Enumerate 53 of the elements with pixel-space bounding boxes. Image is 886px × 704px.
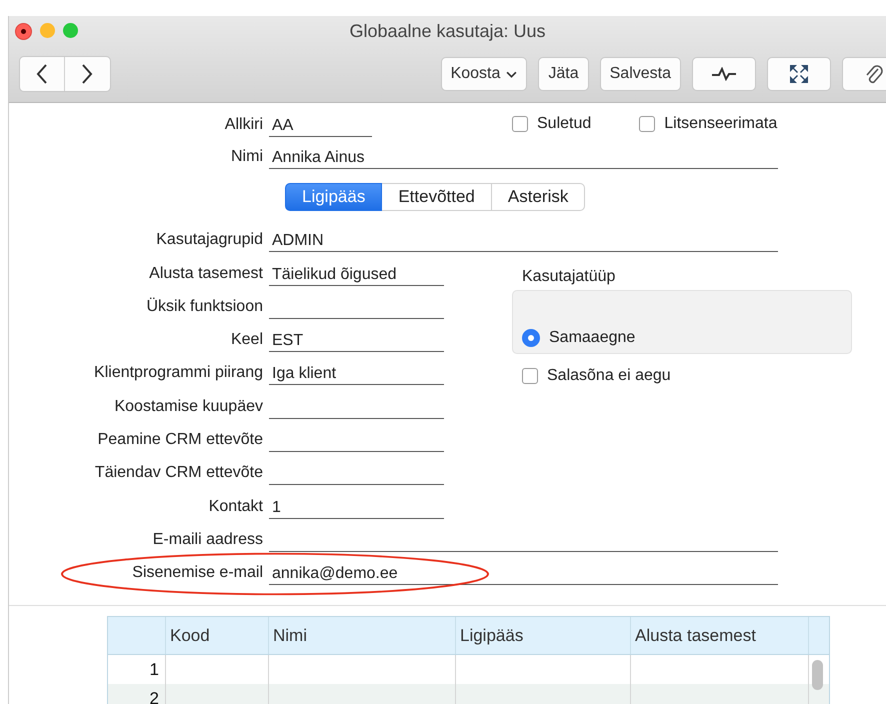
checkbox[interactable]	[522, 368, 538, 384]
input-field[interactable]: ADMIN	[269, 230, 778, 252]
input-field[interactable]: Iga klient	[269, 363, 444, 386]
field-label: Üksik funktsioon	[146, 298, 263, 317]
field-label: Allkiri	[224, 116, 263, 135]
field-label: Nimi	[230, 148, 263, 167]
field-label: Klientprogrammi piirang	[93, 364, 263, 384]
radio-label: Samaaegne	[549, 329, 636, 348]
toolbar-button[interactable]	[767, 57, 831, 91]
input-field[interactable]: EST	[269, 330, 444, 352]
tab[interactable]: Ettevõtted	[382, 183, 492, 211]
menu-button[interactable]: Koosta	[440, 57, 528, 91]
input-field[interactable]: annika@demo.ee	[269, 563, 778, 586]
pulse-icon	[711, 67, 737, 81]
field-label: Alusta tasemest	[148, 264, 263, 284]
forward-icon[interactable]	[80, 63, 94, 85]
checkbox-label: Salasõna ei aegu	[547, 367, 671, 386]
column-header[interactable]: Kood	[166, 617, 269, 654]
field-label: Koostamise kuupäev	[113, 398, 263, 417]
navigation-control[interactable]	[19, 56, 111, 92]
input-field[interactable]: AA	[269, 115, 372, 137]
row-number: 2	[108, 684, 166, 704]
field-label: Kasutajagrupid	[155, 231, 263, 250]
field-label: Täiendav CRM ettevõte	[94, 464, 263, 484]
field-label: E-maili aadress	[152, 530, 263, 550]
field-label: Sisenemise e-mail	[131, 564, 263, 584]
tab[interactable]: Ligipääs	[285, 183, 382, 211]
radio-button[interactable]	[522, 329, 540, 348]
expand-icon	[789, 64, 809, 84]
column-header[interactable]: Nimi	[269, 617, 456, 654]
paperclip-icon	[864, 62, 884, 86]
back-icon[interactable]	[35, 63, 49, 85]
column-header[interactable]: Alusta tasemest	[631, 617, 809, 654]
column-header[interactable]: Ligipääs	[456, 617, 631, 654]
checkbox[interactable]	[639, 116, 656, 132]
toolbar-button[interactable]	[692, 57, 756, 91]
group-title: Kasutajatüüp	[522, 268, 616, 286]
caret-icon	[506, 70, 518, 78]
close-icon[interactable]	[15, 23, 32, 40]
toolbar-button[interactable]: Salvesta	[600, 57, 681, 91]
tab[interactable]: Asterisk	[492, 183, 586, 211]
checkbox-label: Suletud	[537, 115, 592, 133]
input-field[interactable]: Täielikud õigused	[269, 264, 444, 286]
field-label: Peamine CRM ettevõte	[96, 431, 263, 450]
field-label: Keel	[230, 331, 263, 350]
checkbox[interactable]	[512, 116, 528, 132]
input-field[interactable]: 1	[269, 496, 444, 519]
checkbox-label: Litsenseerimata	[664, 115, 778, 133]
field-label: Kontakt	[208, 498, 263, 517]
window-title: Globaalne kasutaja: Uus	[349, 20, 546, 42]
input-field[interactable]: Annika Ainus	[269, 147, 778, 169]
scrollbar-thumb[interactable]	[812, 660, 823, 690]
toolbar-button[interactable]: Jäta	[538, 57, 589, 91]
